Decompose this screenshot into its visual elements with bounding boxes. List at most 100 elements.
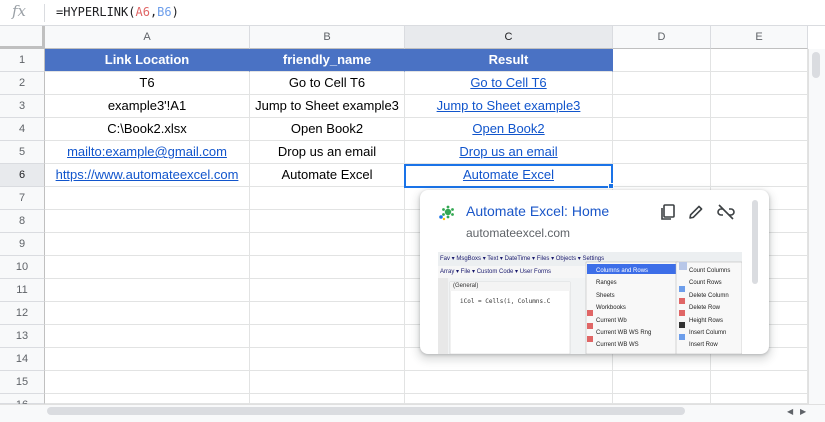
row-header-8[interactable]: 8 bbox=[0, 210, 45, 233]
link-preview-title[interactable]: Automate Excel: Home bbox=[466, 203, 609, 219]
cell-c1[interactable]: Result bbox=[405, 49, 613, 72]
scroll-left-arrow-icon[interactable]: ◀ bbox=[787, 407, 793, 416]
cell-c2-link[interactable]: Go to Cell T6 bbox=[405, 72, 613, 95]
cell-a4[interactable]: C:\Book2.xlsx bbox=[45, 118, 250, 141]
formula-prefix: =HYPERLINK( bbox=[56, 5, 136, 19]
row-header-3[interactable]: 3 bbox=[0, 95, 45, 118]
cell-e16[interactable] bbox=[711, 394, 808, 404]
preview-submenu-item: Delete Row bbox=[689, 305, 721, 312]
row-header-15[interactable]: 15 bbox=[0, 371, 45, 394]
cell-d5[interactable] bbox=[613, 141, 711, 164]
scroll-right-arrow-icon[interactable]: ▶ bbox=[800, 407, 806, 416]
cell-d3[interactable] bbox=[613, 95, 711, 118]
row-header-4[interactable]: 4 bbox=[0, 118, 45, 141]
row-header-7[interactable]: 7 bbox=[0, 187, 45, 210]
cell-a13[interactable] bbox=[45, 325, 250, 348]
column-header-b[interactable]: B bbox=[250, 26, 405, 49]
copy-link-icon[interactable] bbox=[658, 202, 678, 222]
cell-b8[interactable] bbox=[250, 210, 405, 233]
cell-a16[interactable] bbox=[45, 394, 250, 404]
cell-a3[interactable]: example3'!A1 bbox=[45, 95, 250, 118]
formula-input[interactable]: =HYPERLINK(A6,B6) bbox=[56, 5, 179, 19]
automate-excel-logo-icon bbox=[439, 205, 454, 221]
cell-b14[interactable] bbox=[250, 348, 405, 371]
column-header-e[interactable]: E bbox=[711, 26, 808, 49]
preview-general-label: (General) bbox=[453, 283, 479, 289]
row-header-14[interactable]: 14 bbox=[0, 348, 45, 371]
cell-b6[interactable]: Automate Excel bbox=[250, 164, 405, 187]
cell-a15[interactable] bbox=[45, 371, 250, 394]
formula-ref-b6: B6 bbox=[157, 5, 172, 19]
cell-a9[interactable] bbox=[45, 233, 250, 256]
cell-c6-link[interactable]: Automate Excel bbox=[405, 164, 613, 187]
cell-e5[interactable] bbox=[711, 141, 808, 164]
cell-b1[interactable]: friendly_name bbox=[250, 49, 405, 72]
row-header-16[interactable]: 16 bbox=[0, 394, 45, 411]
cell-b4[interactable]: Open Book2 bbox=[250, 118, 405, 141]
cell-e6[interactable] bbox=[711, 164, 808, 187]
cell-d4[interactable] bbox=[613, 118, 711, 141]
cell-b9[interactable] bbox=[250, 233, 405, 256]
cell-b13[interactable] bbox=[250, 325, 405, 348]
cell-c5-link[interactable]: Drop us an email bbox=[405, 141, 613, 164]
row-header-13[interactable]: 13 bbox=[0, 325, 45, 348]
cell-b11[interactable] bbox=[250, 279, 405, 302]
cell-b3[interactable]: Jump to Sheet example3 bbox=[250, 95, 405, 118]
horizontal-scrollbar-thumb[interactable] bbox=[47, 407, 685, 415]
cell-e4[interactable] bbox=[711, 118, 808, 141]
cell-a1[interactable]: Link Location bbox=[45, 49, 250, 72]
vertical-scrollbar[interactable] bbox=[808, 49, 825, 404]
cell-c4-link[interactable]: Open Book2 bbox=[405, 118, 613, 141]
cell-b12[interactable] bbox=[250, 302, 405, 325]
cell-b16[interactable] bbox=[250, 394, 405, 404]
column-header-c[interactable]: C bbox=[405, 26, 613, 49]
column-header-d[interactable]: D bbox=[613, 26, 711, 49]
cell-c3-link[interactable]: Jump to Sheet example3 bbox=[405, 95, 613, 118]
cell-d16[interactable] bbox=[613, 394, 711, 404]
cell-b5[interactable]: Drop us an email bbox=[250, 141, 405, 164]
cell-d15[interactable] bbox=[613, 371, 711, 394]
cell-a2[interactable]: T6 bbox=[45, 72, 250, 95]
link-preview-image[interactable]: Fav ▾ MsgBoxs ▾ Text ▾ DateTime ▾ Files … bbox=[438, 252, 742, 354]
row-header-2[interactable]: 2 bbox=[0, 72, 45, 95]
cell-a5-link[interactable]: mailto:example@gmail.com bbox=[45, 141, 250, 164]
row-header-11[interactable]: 11 bbox=[0, 279, 45, 302]
cell-c16[interactable] bbox=[405, 394, 613, 404]
cell-a7[interactable] bbox=[45, 187, 250, 210]
cell-d2[interactable] bbox=[613, 72, 711, 95]
cell-d6[interactable] bbox=[613, 164, 711, 187]
cell-a6-link[interactable]: https://www.automateexcel.com bbox=[45, 164, 250, 187]
remove-link-icon[interactable] bbox=[716, 202, 736, 222]
link-preview-scrollbar[interactable] bbox=[752, 200, 758, 284]
cell-a14[interactable] bbox=[45, 348, 250, 371]
cell-b15[interactable] bbox=[250, 371, 405, 394]
row-header-10[interactable]: 10 bbox=[0, 256, 45, 279]
preview-menu-item: Sheets bbox=[596, 292, 615, 299]
row-header-9[interactable]: 9 bbox=[0, 233, 45, 256]
cell-e2[interactable] bbox=[711, 72, 808, 95]
cell-a11[interactable] bbox=[45, 279, 250, 302]
column-header-a[interactable]: A bbox=[45, 26, 250, 49]
cell-a12[interactable] bbox=[45, 302, 250, 325]
preview-toolbar: Fav ▾ MsgBoxs ▾ Text ▾ DateTime ▾ Files … bbox=[440, 256, 605, 262]
row-header-1[interactable]: 1 bbox=[0, 49, 45, 72]
formula-bar: fx =HYPERLINK(A6,B6) bbox=[0, 0, 825, 26]
edit-link-icon[interactable] bbox=[686, 202, 706, 222]
row-header-12[interactable]: 12 bbox=[0, 302, 45, 325]
vertical-scrollbar-thumb[interactable] bbox=[812, 52, 820, 78]
cell-a10[interactable] bbox=[45, 256, 250, 279]
row-header-6[interactable]: 6 bbox=[0, 164, 45, 187]
cell-c15[interactable] bbox=[405, 371, 613, 394]
cell-a8[interactable] bbox=[45, 210, 250, 233]
preview-menu-item: Workbooks bbox=[596, 305, 626, 312]
fill-handle[interactable] bbox=[608, 183, 614, 189]
cell-e1[interactable] bbox=[711, 49, 808, 72]
row-header-5[interactable]: 5 bbox=[0, 141, 45, 164]
cell-b7[interactable] bbox=[250, 187, 405, 210]
cell-e15[interactable] bbox=[711, 371, 808, 394]
cell-d1[interactable] bbox=[613, 49, 711, 72]
cell-b10[interactable] bbox=[250, 256, 405, 279]
cell-e3[interactable] bbox=[711, 95, 808, 118]
select-all-corner[interactable] bbox=[0, 26, 45, 49]
cell-b2[interactable]: Go to Cell T6 bbox=[250, 72, 405, 95]
